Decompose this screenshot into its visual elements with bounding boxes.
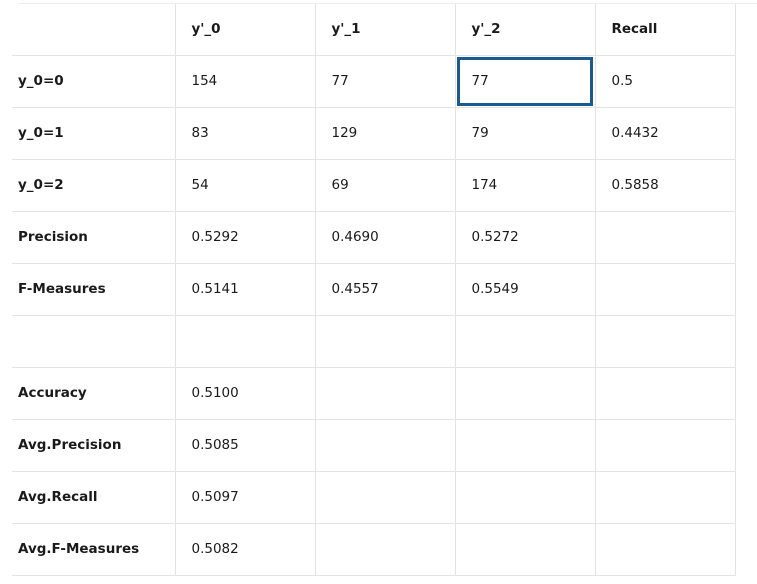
table-cell[interactable]: 0.5292 <box>175 211 316 264</box>
table-row: y_0=0 154 77 77 0.5 <box>12 55 736 108</box>
table-cell[interactable]: 0.5097 <box>175 471 316 524</box>
table-row: Precision 0.5292 0.4690 0.5272 <box>12 211 736 264</box>
header-cell-pred-2[interactable]: y'_2 <box>455 4 596 56</box>
row-label: Avg.Precision <box>12 419 176 472</box>
table-cell[interactable]: 0.5141 <box>175 263 316 316</box>
table-cell[interactable] <box>455 315 596 368</box>
table-row: Avg.Precision 0.5085 <box>12 419 736 472</box>
table-row: F-Measures 0.5141 0.4557 0.5549 <box>12 263 736 316</box>
table-cell[interactable]: 0.5272 <box>455 211 596 264</box>
table-cell[interactable] <box>455 367 596 420</box>
row-label: y_0=0 <box>12 55 176 108</box>
table-row: Accuracy 0.5100 <box>12 367 736 420</box>
row-label: y_0=2 <box>12 159 176 212</box>
table-cell[interactable]: 83 <box>175 107 316 160</box>
table-cell[interactable]: 0.5 <box>595 55 736 108</box>
table-row: Avg.F-Measures 0.5082 <box>12 523 736 576</box>
table-row <box>12 315 736 368</box>
table-cell[interactable]: 129 <box>315 107 456 160</box>
table-cell[interactable] <box>315 315 456 368</box>
selected-table-cell[interactable]: 77 <box>455 55 596 108</box>
table-cell[interactable]: 0.4690 <box>315 211 456 264</box>
table-cell[interactable]: 54 <box>175 159 316 212</box>
table-cell[interactable] <box>595 419 736 472</box>
table-cell[interactable]: 0.5858 <box>595 159 736 212</box>
header-cell-pred-1[interactable]: y'_1 <box>315 4 456 56</box>
table-cell[interactable] <box>455 419 596 472</box>
cell-value: 77 <box>471 73 489 89</box>
table-cell[interactable] <box>595 211 736 264</box>
row-label: Avg.Recall <box>12 471 176 524</box>
table-cell[interactable] <box>595 471 736 524</box>
table-cell[interactable]: 0.4432 <box>595 107 736 160</box>
table-cell[interactable] <box>315 419 456 472</box>
table-cell[interactable] <box>595 367 736 420</box>
row-label: F-Measures <box>12 263 176 316</box>
table-cell[interactable] <box>595 315 736 368</box>
row-label: y_0=1 <box>12 107 176 160</box>
confusion-matrix-table: y'_0 y'_1 y'_2 Recall y_0=0 154 77 77 0.… <box>12 4 736 576</box>
confusion-matrix-view: y'_0 y'_1 y'_2 Recall y_0=0 154 77 77 0.… <box>0 0 757 584</box>
table-cell[interactable]: 154 <box>175 55 316 108</box>
table-cell[interactable] <box>315 471 456 524</box>
table-row: Avg.Recall 0.5097 <box>12 471 736 524</box>
header-cell-corner <box>12 4 176 56</box>
header-row: y'_0 y'_1 y'_2 Recall <box>12 4 736 56</box>
row-label: Precision <box>12 211 176 264</box>
table-cell[interactable]: 77 <box>315 55 456 108</box>
row-label: Accuracy <box>12 367 176 420</box>
table-cell[interactable]: 0.5082 <box>175 523 316 576</box>
table-cell[interactable] <box>175 315 316 368</box>
row-label <box>12 315 176 368</box>
header-cell-pred-0[interactable]: y'_0 <box>175 4 316 56</box>
table-row: y_0=2 54 69 174 0.5858 <box>12 159 736 212</box>
table-cell[interactable] <box>595 263 736 316</box>
table-cell[interactable] <box>595 523 736 576</box>
table-cell[interactable]: 0.5549 <box>455 263 596 316</box>
table-cell[interactable]: 174 <box>455 159 596 212</box>
table-cell[interactable] <box>455 471 596 524</box>
table-cell[interactable]: 0.5100 <box>175 367 316 420</box>
table-cell[interactable] <box>455 523 596 576</box>
table-cell[interactable]: 0.5085 <box>175 419 316 472</box>
header-cell-recall[interactable]: Recall <box>595 4 736 56</box>
table-cell[interactable]: 0.4557 <box>315 263 456 316</box>
table-cell[interactable] <box>315 367 456 420</box>
table-cell[interactable] <box>315 523 456 576</box>
table-cell[interactable]: 79 <box>455 107 596 160</box>
table-row: y_0=1 83 129 79 0.4432 <box>12 107 736 160</box>
table-cell[interactable]: 69 <box>315 159 456 212</box>
row-label: Avg.F-Measures <box>12 523 176 576</box>
